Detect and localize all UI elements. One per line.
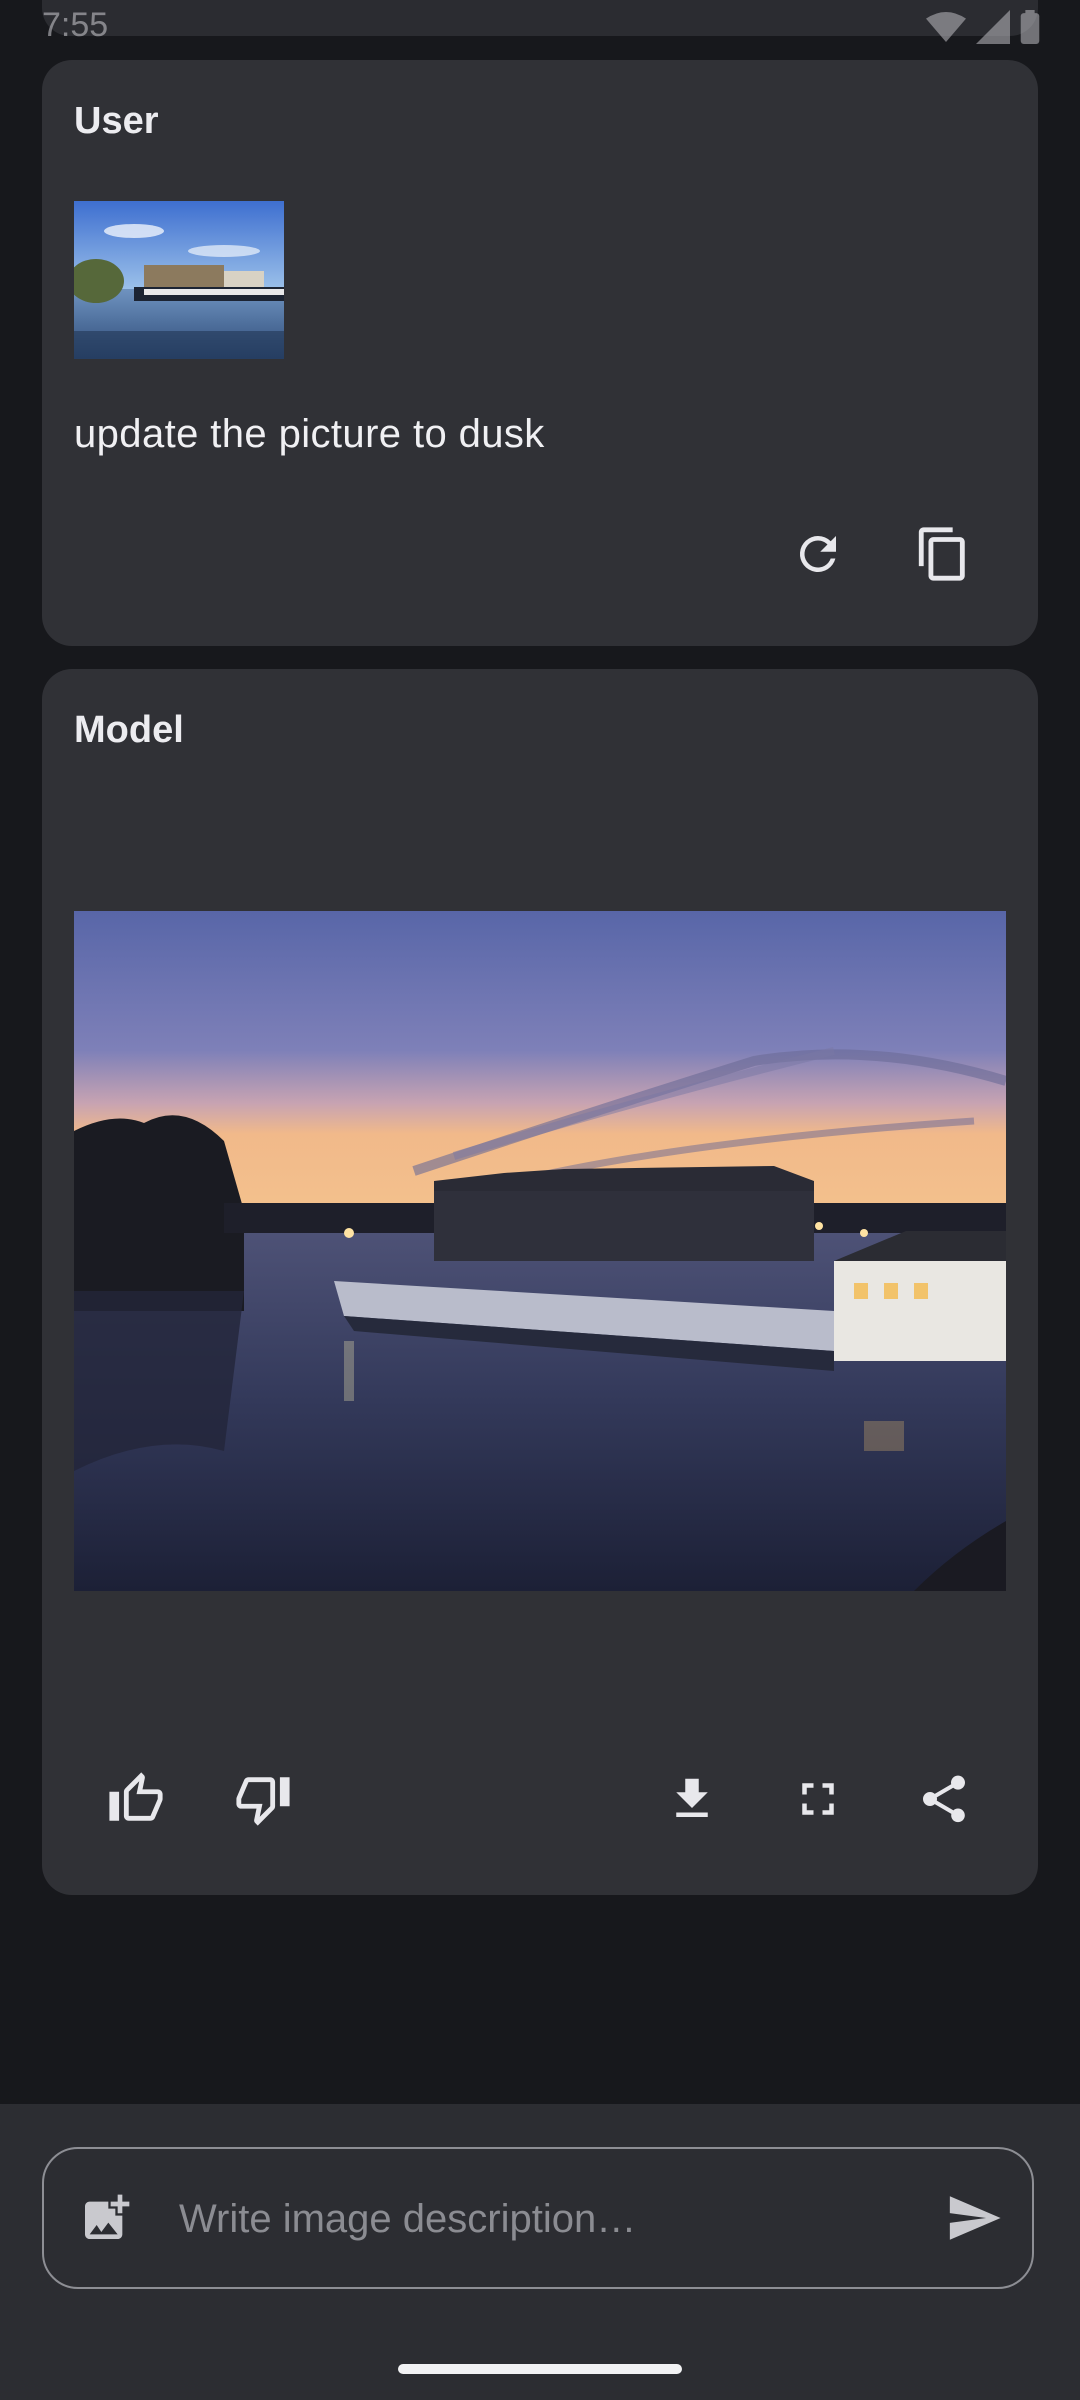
model-response-card: Model — [42, 669, 1038, 1895]
share-button[interactable] — [904, 1759, 984, 1839]
thumb-down-icon — [236, 1777, 290, 1826]
user-message-card: User update the picture to dusk — [42, 60, 1038, 646]
signal-icon — [976, 10, 1010, 44]
refresh-icon — [799, 535, 836, 572]
share-icon — [923, 1775, 965, 1823]
download-button[interactable] — [652, 1759, 732, 1839]
input-placeholder: Write image description… — [179, 2197, 637, 2241]
fullscreen-icon — [802, 1783, 834, 1815]
wifi-icon — [926, 12, 966, 42]
image-description-input[interactable]: Write image description… — [42, 2147, 1034, 2289]
status-time: 7:55 — [42, 6, 109, 44]
status-icons — [926, 10, 1040, 44]
previous-card-edge — [42, 0, 1038, 36]
uploaded-image-thumbnail[interactable] — [74, 201, 284, 359]
add-photo-icon — [85, 2194, 130, 2239]
model-card-title: Model — [74, 709, 184, 751]
thumb-down-button[interactable] — [223, 1759, 303, 1839]
fullscreen-button[interactable] — [778, 1759, 858, 1839]
composer-bar: Write image description… — [0, 2104, 1080, 2400]
home-indicator[interactable] — [398, 2364, 682, 2374]
generated-image[interactable] — [74, 911, 1006, 1591]
add-photo-button[interactable] — [66, 2178, 146, 2258]
copy-button[interactable] — [903, 514, 983, 594]
thumb-up-icon — [109, 1772, 163, 1821]
battery-icon — [1020, 10, 1040, 44]
send-icon — [949, 2196, 1001, 2240]
status-bar: 7:55 — [0, 0, 1080, 56]
copy-icon — [918, 527, 965, 581]
user-card-title: User — [74, 100, 159, 142]
regenerate-button[interactable] — [778, 514, 858, 594]
user-prompt-text: update the picture to dusk — [74, 412, 545, 456]
download-icon — [676, 1778, 708, 1817]
thumb-up-button[interactable] — [96, 1759, 176, 1839]
send-button[interactable] — [934, 2178, 1014, 2258]
